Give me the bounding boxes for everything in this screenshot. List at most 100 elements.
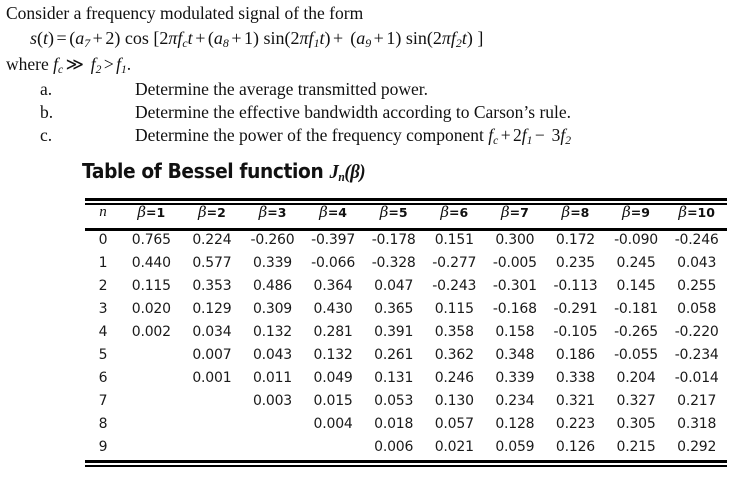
header-cell-n: n	[99, 203, 107, 220]
cell-n7-beta1	[121, 389, 182, 412]
cell-n9-beta10: 0.292	[677, 438, 717, 455]
cell-order-n: 6	[98, 369, 108, 386]
cell-order-n: 4	[98, 323, 108, 340]
cell-n6-beta4: 0.049	[313, 369, 353, 386]
cell-n1-beta8: 0.235	[555, 254, 595, 271]
cell-n1-beta7: -0.005	[492, 254, 537, 271]
cell-n5-beta4: 0.132	[313, 346, 353, 363]
cell-n7-beta8: 0.321	[555, 392, 595, 409]
cell-n2-beta1: 0.115	[131, 277, 171, 294]
beta-value: =9	[630, 204, 650, 220]
cell-order-n: 9	[98, 438, 108, 455]
beta-value: =4	[327, 204, 347, 220]
question-b-text: Determine the effective bandwidth accord…	[135, 102, 572, 122]
cell-n2-beta9: 0.145	[616, 277, 656, 294]
cell-n7-beta2	[182, 389, 243, 412]
cell-n6-beta8: 0.338	[555, 369, 595, 386]
question-item-a: a. Determine the average transmitted pow…	[0, 78, 755, 100]
cell-n0-beta10: -0.246	[674, 231, 719, 248]
cell-n8-beta5: 0.018	[374, 415, 414, 432]
cell-n3-beta7: -0.168	[492, 300, 537, 317]
header-cell-beta-9: β=9	[606, 198, 667, 228]
cell-n1-beta1: 0.440	[131, 254, 171, 271]
cell-n8-beta10: 0.318	[677, 415, 717, 432]
cell-n3-beta4: 0.430	[313, 300, 353, 317]
cell-n6-beta3: 0.011	[252, 369, 293, 386]
header-cell-beta-5: β=5	[363, 198, 424, 228]
cell-n8-beta8: 0.223	[555, 415, 595, 432]
cell-n2-beta5: 0.047	[374, 277, 414, 294]
beta-value: =10	[687, 204, 715, 220]
header-cell-beta-6: β=6	[424, 198, 485, 228]
cell-n9-beta7: 0.059	[495, 438, 535, 455]
cell-n3-beta6: 0.115	[434, 300, 474, 317]
bessel-table-body: 0 0.765 0.224 -0.260 -0.397 -0.178 0.151 0.300 0…	[85, 228, 727, 458]
beta-symbol: β	[197, 202, 207, 221]
header-cell-beta-7: β=7	[485, 198, 546, 228]
bessel-title-symbol: Jn(β)	[329, 161, 366, 185]
question-a-label: a.	[40, 79, 53, 99]
cell-n7-beta7: 0.234	[495, 392, 535, 409]
cell-n8-beta4: 0.004	[313, 415, 353, 432]
cell-n2-beta10: 0.255	[677, 277, 717, 294]
cell-n4-beta4: 0.281	[313, 323, 353, 340]
cell-n5-beta10: -0.234	[674, 346, 719, 363]
header-cell-beta-2: β=2	[182, 198, 243, 228]
cell-n0-beta5: -0.178	[371, 231, 416, 248]
cell-n4-beta8: -0.105	[553, 323, 598, 340]
cell-n5-beta9: -0.055	[614, 346, 659, 363]
cell-n0-beta4: -0.397	[311, 231, 356, 248]
cell-n7-beta4: 0.015	[313, 392, 353, 409]
header-cell-beta-10: β=10	[666, 198, 727, 228]
cell-n7-beta6: 0.130	[434, 392, 474, 409]
cell-n1-beta4: -0.066	[311, 254, 356, 271]
beta-symbol: β	[561, 202, 571, 221]
beta-symbol: β	[258, 202, 268, 221]
cell-n4-beta3: 0.132	[252, 323, 293, 340]
beta-symbol: β	[137, 202, 147, 221]
cell-n4-beta1: 0.002	[131, 323, 171, 340]
table-row: 9 0.006 0.021 0.059 0.126 0.215 0.292	[85, 435, 727, 458]
cell-n3-beta10: 0.058	[677, 300, 717, 317]
cell-n5-beta3: 0.043	[252, 346, 293, 363]
cell-n4-beta6: 0.358	[434, 323, 474, 340]
cell-n0-beta6: 0.151	[434, 231, 474, 248]
bessel-table: n β=1 β=2 β=3 β=4 β=5 β=6 β=7 β=8 β=9 β=10 0 0.765…	[85, 198, 727, 458]
table-row: 6 0.001 0.011 0.049 0.131 0.246 0.339 0.338 0.20…	[85, 366, 727, 389]
cell-n7-beta5: 0.053	[374, 392, 414, 409]
cell-n0-beta8: 0.172	[555, 231, 595, 248]
table-row: 1 0.440 0.577 0.339 -0.066 -0.328 -0.277 -0.005…	[85, 251, 727, 274]
beta-value: =3	[267, 204, 287, 220]
question-b-label: b.	[40, 102, 54, 122]
table-row: 8 0.004 0.018 0.057 0.128 0.223 0.305 0.318	[85, 412, 727, 435]
cell-n4-beta10: -0.220	[674, 323, 719, 340]
cell-n8-beta6: 0.057	[434, 415, 474, 432]
cell-n1-beta5: -0.328	[371, 254, 416, 271]
signal-equation: s(t) = (a7 +2) cos [2πfct + (a8 +1) sin(2πf1t)…	[30, 28, 484, 51]
cell-n8-beta7: 0.128	[495, 415, 535, 432]
cell-n9-beta1	[121, 435, 182, 458]
cell-order-n: 5	[98, 346, 108, 363]
table-row: 0 0.765 0.224 -0.260 -0.397 -0.178 0.151 0.300 0…	[85, 228, 727, 251]
header-cell-beta-1: β=1	[121, 198, 182, 228]
cell-n2-beta8: -0.113	[553, 277, 598, 294]
cell-n4-beta9: -0.265	[614, 323, 659, 340]
beta-value: =8	[570, 204, 590, 220]
cell-n3-beta9: -0.181	[614, 300, 659, 317]
beta-symbol: β	[440, 202, 450, 221]
cell-n0-beta7: 0.300	[495, 231, 535, 248]
cell-n0-beta2: 0.224	[192, 231, 232, 248]
table-row: 4 0.002 0.034 0.132 0.281 0.391 0.358 0.158 -0.1…	[85, 320, 727, 343]
header-cell-beta-8: β=8	[545, 198, 606, 228]
cell-n9-beta5: 0.006	[374, 438, 414, 455]
cell-order-n: 0	[98, 231, 108, 248]
beta-value: =5	[388, 204, 408, 220]
cell-n5-beta8: 0.186	[555, 346, 595, 363]
cell-n3-beta5: 0.365	[374, 300, 414, 317]
cell-n4-beta7: 0.158	[495, 323, 535, 340]
question-item-b: b. Determine the effective bandwidth acc…	[0, 101, 755, 123]
bessel-table-title: Table of Bessel function Jn(β)	[82, 158, 366, 187]
table-header-row: n β=1 β=2 β=3 β=4 β=5 β=6 β=7 β=8 β=9 β=10	[85, 198, 727, 228]
cell-n1-beta9: 0.245	[616, 254, 656, 271]
question-item-c: c. Determine the power of the frequency …	[0, 124, 755, 147]
